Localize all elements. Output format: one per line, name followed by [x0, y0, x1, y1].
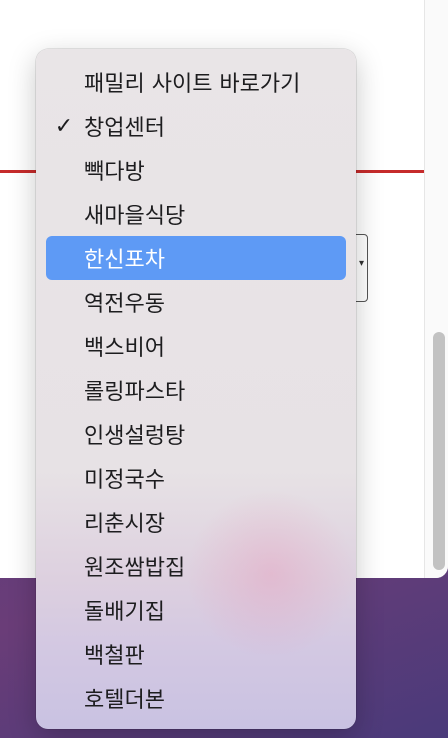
dropdown-option[interactable]: 한신포차	[46, 236, 346, 280]
dropdown-option-label: 새마을식당	[84, 204, 186, 229]
dropdown-option-label: 원조쌈밥집	[84, 556, 186, 581]
dropdown-option[interactable]: 리춘시장	[46, 500, 346, 544]
dropdown-option[interactable]: 역전우동	[46, 280, 346, 324]
dropdown-option-label: 백철판	[84, 644, 145, 669]
dropdown-option-label: 역전우동	[84, 292, 165, 317]
dropdown-option-label: 인생설렁탕	[84, 424, 186, 449]
dropdown-option-label: 패밀리 사이트 바로가기	[84, 72, 301, 97]
dropdown-option-label: 돌배기집	[84, 600, 165, 625]
dropdown-option[interactable]: 패밀리 사이트 바로가기	[46, 60, 346, 104]
chevron-updown-icon: ▾	[358, 258, 364, 269]
family-site-dropdown-menu: 패밀리 사이트 바로가기 ✓ 창업센터빽다방새마을식당한신포차역전우동백스비어롤링파…	[36, 49, 356, 729]
scrollbar-thumb[interactable]	[433, 332, 445, 570]
dropdown-option[interactable]: 돌배기집	[46, 588, 346, 632]
dropdown-option-label: 롤링파스타	[84, 380, 186, 405]
dropdown-option-label: 미정국수	[84, 468, 165, 493]
dropdown-option-label: 창업센터	[84, 116, 165, 141]
dropdown-option-label: 한신포차	[84, 248, 165, 273]
dropdown-option-label: 백스비어	[84, 336, 165, 361]
dropdown-option-label: 리춘시장	[84, 512, 165, 537]
dropdown-option[interactable]: ✓ 창업센터	[46, 104, 346, 148]
dropdown-option[interactable]: 호텔더본	[46, 676, 346, 720]
dropdown-option-label: 호텔더본	[84, 688, 165, 713]
dropdown-option[interactable]: 미정국수	[46, 456, 346, 500]
dropdown-option[interactable]: 새마을식당	[46, 192, 346, 236]
dropdown-option[interactable]: 원조쌈밥집	[46, 544, 346, 588]
dropdown-option-label: 빽다방	[84, 160, 145, 185]
dropdown-option[interactable]: 백철판	[46, 632, 346, 676]
checkmark-icon: ✓	[54, 113, 74, 139]
dropdown-option[interactable]: 백스비어	[46, 324, 346, 368]
dropdown-option[interactable]: 롤링파스타	[46, 368, 346, 412]
dropdown-option[interactable]: 빽다방	[46, 148, 346, 192]
page-scrollbar[interactable]	[424, 0, 448, 578]
dropdown-option[interactable]: 인생설렁탕	[46, 412, 346, 456]
